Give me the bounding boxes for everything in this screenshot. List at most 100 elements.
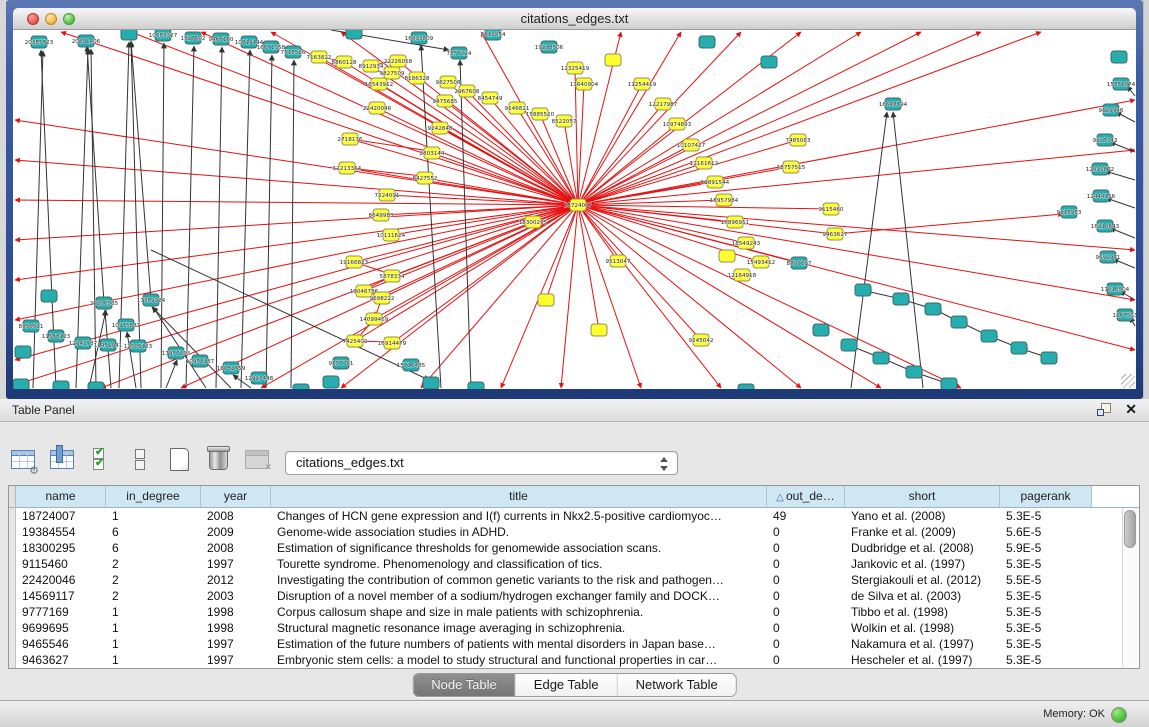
graph-node[interactable] [293,384,309,389]
table-cell: Investigating the contribution of common… [271,572,767,588]
graph-node[interactable] [699,36,715,48]
graph-node[interactable] [893,293,909,305]
window-titlebar[interactable]: citations_edges.txt [13,8,1136,30]
table-settings-icon[interactable]: ⚙ [8,444,38,474]
table-cell: Stergiakouli et al. (2012) [845,572,1000,588]
table-row[interactable]: 977716911998Corpus callosum shape and si… [9,604,1139,620]
graph-node[interactable] [981,330,997,342]
graph-node[interactable] [738,384,754,389]
graph-node[interactable] [591,324,607,336]
graph-node[interactable] [13,379,29,389]
graph-node[interactable] [1011,342,1027,354]
graph-node[interactable] [906,366,922,378]
graph-node[interactable] [1111,51,1127,63]
close-icon[interactable]: ✕ [1125,401,1137,418]
table-row[interactable]: 946362711997Embryonic stem cells: a mode… [9,652,1139,668]
graph-node[interactable] [423,377,439,389]
graph-node[interactable] [941,378,957,389]
graph-node[interactable] [813,324,829,336]
delete-attribute-icon[interactable] [203,444,233,474]
scrollbar-thumb[interactable] [1124,510,1136,548]
row-gutter [9,486,16,507]
memory-status-label: Memory: OK [1043,708,1105,720]
column-header-year[interactable]: year [201,486,271,507]
graph-node-label: 9692971 [1096,255,1121,261]
graph-node[interactable] [925,303,941,315]
tab-network-table[interactable]: Network Table [618,674,736,696]
graph-node[interactable] [346,30,362,39]
graph-node[interactable] [761,56,777,68]
table-row[interactable]: 1456911722003Disruption of a novel membe… [9,588,1139,604]
table-cell: 0 [767,572,845,588]
graph-node[interactable] [41,290,57,302]
graph-node[interactable] [951,316,967,328]
vertical-scrollbar[interactable] [1122,508,1138,667]
network-canvas[interactable]: 2035572320891406106533271527602946616010… [13,30,1136,389]
table-cell: 6 [106,524,201,540]
graph-node[interactable] [855,284,871,296]
graph-node-label: 7163822 [307,55,332,61]
header-filler [1092,486,1123,507]
graph-node[interactable] [538,294,554,306]
table-row[interactable]: 2242004622012Investigating the contribut… [9,572,1139,588]
table-row[interactable]: 911546021997Tourette syndrome. Phenomeno… [9,556,1139,572]
table-row[interactable]: 946554611997Estimation of the future num… [9,636,1139,652]
graph-node[interactable] [53,381,69,389]
graph-node-label: 8427552 [413,176,438,182]
graph-node[interactable] [323,376,339,388]
graph-node-label: 9215953 [1057,210,1082,216]
graph-node-label: 18757515 [777,165,806,171]
table-panel: Table Panel ✕ ⚙ f(x) citations_edges.txt… [0,399,1149,727]
graph-node[interactable] [841,339,857,351]
new-table-icon[interactable] [164,444,194,474]
delete-table-icon[interactable] [242,444,272,474]
table-cell: 1 [106,652,201,668]
table-type-tabs: Node TableEdge TableNetwork Table [412,673,737,697]
table-cell: Estimation of the future numbers of pati… [271,636,767,652]
table-selector-dropdown[interactable]: citations_edges.txt [285,451,678,475]
select-all-icon[interactable] [86,444,116,474]
table-cell: 6 [106,540,201,556]
graph-node-label: 17359924 [137,298,166,304]
table-row[interactable]: 1872400712008Changes of HCN gene express… [9,508,1139,524]
graph-node-label: 12213364 [333,166,362,172]
graph-node-label: 8860128 [332,60,357,66]
tab-edge-table[interactable]: Edge Table [516,674,618,696]
column-header-in_degree[interactable]: in_degree [106,486,201,507]
graph-node[interactable] [15,346,31,358]
column-header-title[interactable]: title [271,486,767,507]
graph-node-label: 9475685 [433,99,458,105]
canvas-resize-grip[interactable] [1121,374,1135,388]
column-header-name[interactable]: name [16,486,106,507]
graph-node[interactable] [605,54,621,66]
table-cell: 14569117 [16,588,106,604]
graph-node[interactable] [873,352,889,364]
citation-network-graph[interactable]: 2035572320891406106533271527602946616010… [13,30,1136,389]
graph-node[interactable] [468,382,484,389]
graph-edge [15,205,578,280]
graph-node[interactable] [1041,352,1057,364]
table-row[interactable]: 1938455462009Genome-wide association stu… [9,524,1139,540]
column-header-out_de[interactable]: △out_de… [767,486,845,507]
graph-edge [578,205,599,330]
tab-node-table[interactable]: Node Table [413,674,516,696]
graph-edge [266,55,272,388]
select-columns-icon[interactable] [47,444,77,474]
table-cell: 22420046 [16,572,106,588]
table-row[interactable]: 969969511998Structural magnetic resonanc… [9,620,1139,636]
table-row[interactable]: 1830029562008Estimation of significance … [9,540,1139,556]
graph-node-label: 7857224 [447,51,472,57]
graph-node-label: 10975887 [112,323,141,329]
memory-status-indicator[interactable] [1111,707,1127,723]
float-window-icon[interactable] [1097,403,1111,417]
column-header-short[interactable]: short [845,486,1000,507]
graph-node[interactable] [88,382,104,389]
graph-node-label: 22420046 [363,106,392,112]
column-header-pagerank[interactable]: pagerank [1000,486,1092,507]
graph-node-label: 15716485 [397,363,426,369]
graph-node[interactable] [121,30,137,40]
row-height-icon[interactable] [125,444,155,474]
graph-node-label: 22226058 [384,59,413,65]
graph-edge [382,205,578,298]
graph-node[interactable] [719,250,735,262]
